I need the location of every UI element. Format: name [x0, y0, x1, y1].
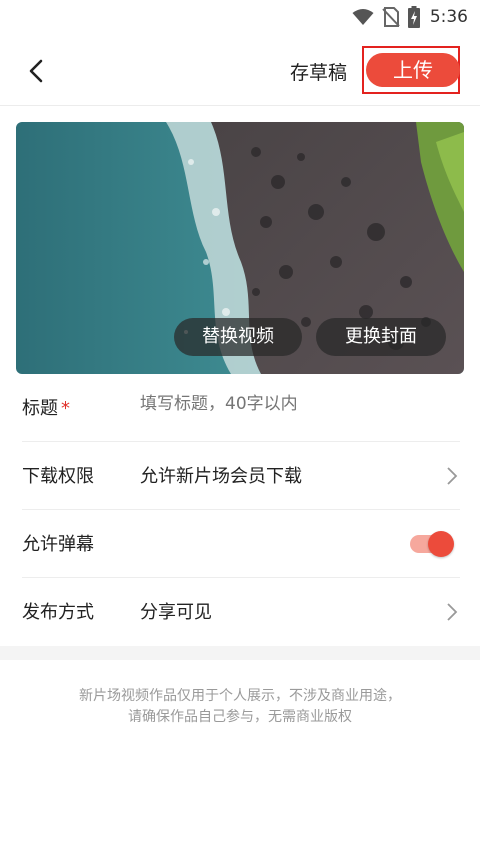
wifi-icon: [352, 9, 374, 25]
chevron-right-icon: [447, 467, 458, 485]
publish-method-label: 发布方式: [22, 602, 94, 623]
back-button[interactable]: [22, 56, 52, 86]
upload-highlight-box: 上传: [362, 46, 460, 94]
status-icons: 5:36: [352, 6, 468, 28]
header-bar: 存草稿 上传: [0, 34, 480, 106]
no-sim-icon: [382, 7, 400, 27]
status-bar: 5:36: [0, 0, 480, 34]
download-permission-value: 允许新片场会员下载: [140, 466, 302, 487]
publish-method-value: 分享可见: [140, 602, 212, 623]
title-label-text: 标题: [22, 398, 58, 419]
notice-line-1: 新片场视频作品仅用于个人展示，不涉及商业用途，: [79, 688, 401, 704]
danmaku-label: 允许弹幕: [22, 534, 94, 555]
battery-charging-icon: [407, 6, 420, 28]
download-permission-row[interactable]: 下载权限 允许新片场会员下载: [22, 442, 460, 510]
section-divider: [0, 646, 480, 660]
back-arrow-icon: [29, 59, 43, 83]
change-cover-button[interactable]: 更换封面: [316, 318, 446, 356]
danmaku-toggle[interactable]: [410, 531, 456, 557]
title-label: 标题 *: [22, 394, 70, 420]
danmaku-row: 允许弹幕: [22, 510, 460, 578]
publish-method-row[interactable]: 发布方式 分享可见: [22, 578, 460, 646]
replace-video-button[interactable]: 替换视频: [174, 318, 302, 356]
toggle-knob: [428, 531, 454, 557]
copyright-notice: 新片场视频作品仅用于个人展示，不涉及商业用途， 请确保作品自己参与，无需商业版权: [0, 686, 480, 728]
save-draft-button[interactable]: 存草稿: [290, 58, 347, 85]
required-mark: *: [61, 398, 70, 419]
title-row: 标题 *: [22, 374, 460, 442]
chevron-right-icon: [447, 603, 458, 621]
download-permission-label: 下载权限: [22, 466, 94, 487]
status-time: 5:36: [429, 7, 468, 27]
notice-line-2: 请确保作品自己参与，无需商业版权: [128, 709, 352, 725]
upload-button[interactable]: 上传: [366, 53, 460, 87]
title-input[interactable]: [140, 394, 440, 414]
video-preview[interactable]: 替换视频 更换封面: [16, 122, 464, 374]
